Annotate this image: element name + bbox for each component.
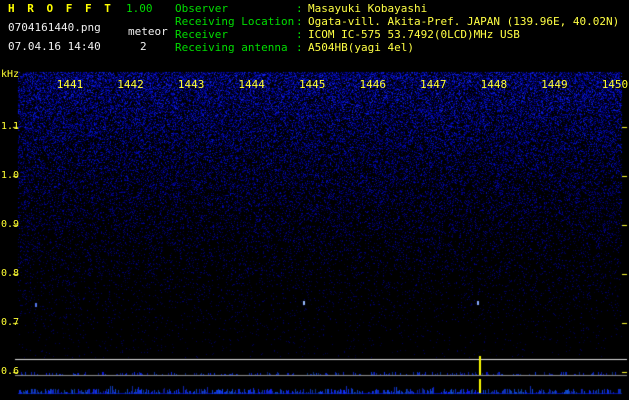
datetime-label: 07.04.16 14:40 bbox=[8, 40, 101, 53]
mode-label: meteor bbox=[128, 25, 168, 38]
info-value-location: Ogata-vill. Akita-Pref. JAPAN (139.96E, … bbox=[308, 15, 620, 28]
x-tick-label: 1450 bbox=[601, 78, 629, 91]
x-tick-label: 1441 bbox=[56, 78, 84, 91]
info-colon: : bbox=[296, 2, 303, 15]
x-tick-label: 1449 bbox=[541, 78, 568, 91]
y-tick-label: 0.9 bbox=[1, 219, 20, 230]
app-version: 1.00 bbox=[126, 2, 153, 15]
y-tick-label: 0.6 bbox=[1, 366, 20, 377]
x-tick-label: 1445 bbox=[298, 78, 326, 91]
y-tick-label: 0.7 bbox=[1, 317, 20, 328]
info-colon: : bbox=[296, 41, 303, 54]
y-tick-label: 0.8 bbox=[1, 268, 20, 279]
info-value-observer: Masayuki Kobayashi bbox=[308, 2, 428, 15]
info-label-receiver: Receiver bbox=[175, 28, 228, 41]
x-tick-label: 1443 bbox=[177, 78, 205, 91]
output-filename: 0704161440.png bbox=[8, 21, 101, 34]
info-colon: : bbox=[296, 28, 303, 41]
x-tick-label: 1446 bbox=[359, 78, 387, 91]
info-value-antenna: A504HB(yagi 4el) bbox=[308, 41, 414, 54]
app-title: H R O F F T bbox=[8, 2, 114, 15]
y-axis-unit-label: kHz bbox=[1, 69, 20, 80]
info-label-location: Receiving Location bbox=[175, 15, 295, 28]
x-tick-label: 1442 bbox=[117, 78, 144, 91]
info-value-receiver: ICOM IC-575 53.7492(0LCD)MHz USB bbox=[308, 28, 520, 41]
info-label-antenna: Receiving antenna bbox=[175, 41, 288, 54]
info-label-observer: Observer bbox=[175, 2, 228, 15]
x-tick-label: 1447 bbox=[420, 78, 447, 91]
meteor-count: 2 bbox=[140, 40, 147, 53]
y-tick-label: 1.0 bbox=[1, 170, 20, 181]
y-tick-label: 1.1 bbox=[1, 121, 20, 132]
x-tick-label: 1444 bbox=[238, 78, 265, 91]
info-colon: : bbox=[296, 15, 303, 28]
hrofft-output-window: H R O F F T 1.00 0704161440.png meteor 0… bbox=[0, 0, 629, 400]
x-tick-label: 1448 bbox=[480, 78, 508, 91]
spectrogram-canvas bbox=[0, 0, 629, 400]
